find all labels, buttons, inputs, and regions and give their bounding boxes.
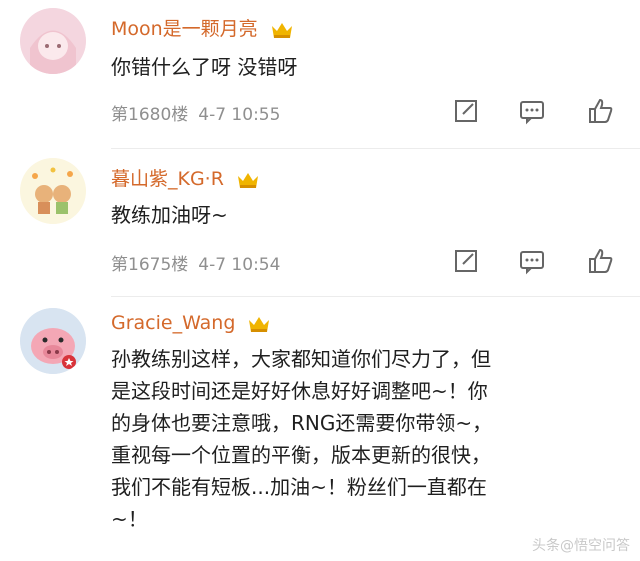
username-text[interactable]: Gracie_Wang <box>111 312 235 334</box>
comment-line: 的身体也要注意哦，RNG还需要你带领~， <box>111 411 493 435</box>
comment-line: 孙教练别这样，大家都知道你们尽力了，但 <box>111 347 491 371</box>
divider <box>111 296 640 297</box>
comment-line: 我们不能有短板...加油~！粉丝们一直都在 <box>111 475 487 499</box>
crown-badge-icon <box>249 316 270 332</box>
username-text[interactable]: Moon是一颗月亮 <box>111 18 258 40</box>
timestamp: 4-7 10:54 <box>198 255 281 275</box>
watermark: 头条@悟空问答 <box>532 538 630 554</box>
comment-actions <box>452 97 622 125</box>
crown-badge-icon <box>237 172 258 188</box>
crown-badge-icon <box>271 22 292 38</box>
comment-line: 是这段时间还是好好休息好好调整吧~！你 <box>111 379 488 403</box>
comment-line: 重视每一个位置的平衡，版本更新的很快， <box>111 443 491 467</box>
avatar[interactable] <box>20 158 86 224</box>
comment-text: 教练加油呀~ <box>111 203 228 227</box>
username[interactable]: 暮山紫_KG·R <box>111 164 260 191</box>
comment-text: 你错什么了呀 没错呀 <box>111 55 298 79</box>
comment-meta: 第1675楼 4-7 10:54 <box>111 250 290 275</box>
username-text[interactable]: 暮山紫_KG·R <box>111 168 224 190</box>
avatar[interactable] <box>20 8 86 74</box>
username[interactable]: Moon是一颗月亮 <box>111 14 294 41</box>
edit-icon[interactable] <box>452 247 480 275</box>
floor-number: 第1680楼 <box>111 105 189 125</box>
comment-line: ~！ <box>111 507 148 531</box>
comment-icon[interactable] <box>518 247 546 275</box>
comment-meta: 第1680楼 4-7 10:55 <box>111 100 290 125</box>
divider <box>111 148 640 149</box>
like-icon[interactable] <box>587 247 615 275</box>
comment-icon[interactable] <box>518 97 546 125</box>
avatar[interactable] <box>20 308 86 374</box>
comment-item: Moon是一颗月亮 你错什么了呀 没错呀 第1680楼 4-7 10:55 <box>0 0 640 150</box>
timestamp: 4-7 10:55 <box>198 105 281 125</box>
comment-actions <box>452 247 622 275</box>
edit-icon[interactable] <box>452 97 480 125</box>
comment-text: 孙教练别这样，大家都知道你们尽力了，但 是这段时间还是好好休息好好调整吧~！你 … <box>111 343 621 535</box>
floor-number: 第1675楼 <box>111 255 189 275</box>
comment-item: Gracie_Wang 孙教练别这样，大家都知道你们尽力了，但 是这段时间还是好… <box>0 298 640 561</box>
like-icon[interactable] <box>587 97 615 125</box>
comment-item: 暮山紫_KG·R 教练加油呀~ 第1675楼 4-7 10:54 <box>0 150 640 300</box>
username[interactable]: Gracie_Wang <box>111 312 271 334</box>
